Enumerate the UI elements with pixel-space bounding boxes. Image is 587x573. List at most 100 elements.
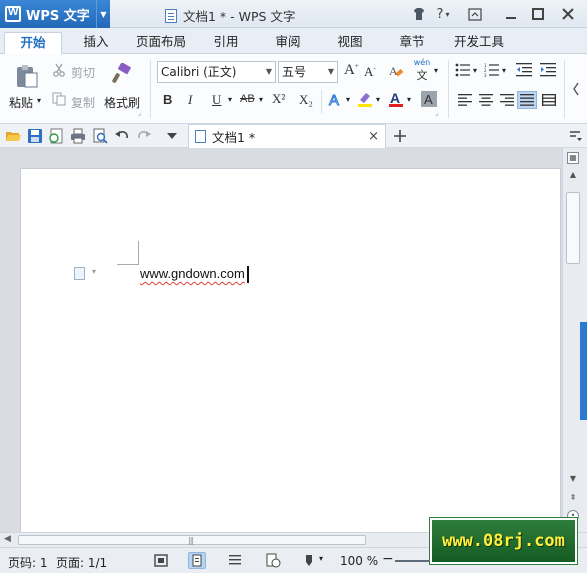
print-preview-icon[interactable] <box>92 128 108 144</box>
align-left-icon[interactable] <box>458 94 472 106</box>
underline-dropdown-icon[interactable]: ▾ <box>228 95 232 104</box>
bullet-list-dropdown-icon[interactable]: ▾ <box>473 66 477 75</box>
skin-icon[interactable] <box>410 0 428 28</box>
web-layout-icon[interactable] <box>264 552 282 569</box>
subscript-button[interactable]: X₂ <box>299 92 313 108</box>
bold-button[interactable]: B <box>163 92 172 107</box>
tab-page-layout[interactable]: 页面布局 <box>132 32 190 54</box>
minimize-icon[interactable] <box>500 0 522 28</box>
document-tab[interactable]: 文档1 * × <box>188 124 386 148</box>
increase-indent-icon[interactable] <box>540 63 556 77</box>
clipboard-launcher-icon[interactable]: ⌟ <box>138 109 141 117</box>
copy-icon[interactable] <box>52 92 66 106</box>
distributed-align-icon[interactable] <box>542 94 556 106</box>
scroll-up-icon[interactable]: ▲ <box>567 170 579 182</box>
paragraph-layout-dropdown-icon[interactable]: ▾ <box>92 267 96 276</box>
strikethrough-button[interactable]: AB <box>240 93 255 105</box>
tab-developer[interactable]: 开发工具 <box>448 32 510 54</box>
tab-references[interactable]: 引用 <box>204 32 248 54</box>
previous-page-icon[interactable]: ⇞ <box>567 493 579 505</box>
phonetic-guide-icon[interactable]: wén 文 <box>412 58 432 82</box>
outline-view-icon[interactable] <box>226 552 244 569</box>
ribbon-home: 粘贴 ▾ 剪切 复制 格式刷 ⌟ Calibri (正文) ▼ 五号 ▼ A+ … <box>0 54 587 124</box>
tab-options-icon[interactable] <box>568 128 584 144</box>
zoom-level[interactable]: 100 % <box>340 554 378 568</box>
tab-insert[interactable]: 插入 <box>74 32 118 54</box>
redo-icon[interactable] <box>136 128 152 144</box>
paste-dropdown-icon[interactable]: ▾ <box>37 96 41 105</box>
paste-icon[interactable] <box>12 62 42 90</box>
document-page[interactable]: ▾ www.gndown.com <box>20 168 561 532</box>
tab-view[interactable]: 视图 <box>328 32 372 54</box>
superscript-button[interactable]: X² <box>272 91 285 107</box>
close-tab-icon[interactable]: × <box>368 129 379 144</box>
tab-home[interactable]: 开始 <box>4 32 62 54</box>
strikethrough-dropdown-icon[interactable]: ▾ <box>259 95 263 104</box>
app-menu-button[interactable]: WPS 文字 ▼ <box>0 0 110 28</box>
vertical-scroll-thumb[interactable] <box>566 192 580 264</box>
shrink-font-button[interactable]: A- <box>364 64 376 80</box>
reading-mode-icon[interactable] <box>300 552 318 569</box>
export-pdf-icon[interactable] <box>48 128 64 144</box>
scroll-down-icon[interactable]: ▼ <box>567 474 579 486</box>
customize-toolbar-dropdown-icon[interactable] <box>166 130 182 146</box>
decrease-indent-icon[interactable] <box>516 63 532 77</box>
text-effect-dropdown-icon[interactable]: ▾ <box>346 95 350 104</box>
page-view-icon[interactable] <box>188 552 206 569</box>
clear-format-icon[interactable]: A <box>387 63 405 79</box>
side-panel-tab[interactable] <box>580 322 587 420</box>
numbered-list-dropdown-icon[interactable]: ▾ <box>502 66 506 75</box>
font-size-select[interactable]: 五号 ▼ <box>278 61 338 83</box>
phonetic-dropdown-icon[interactable]: ▾ <box>434 66 438 75</box>
undo-icon[interactable] <box>114 128 130 144</box>
underline-button[interactable]: U <box>212 92 221 108</box>
tab-review[interactable]: 审阅 <box>266 32 310 54</box>
highlight-icon[interactable] <box>356 90 374 108</box>
help-icon[interactable]: ? ▾ <box>432 0 454 28</box>
align-right-icon[interactable] <box>500 94 514 106</box>
full-screen-icon[interactable] <box>152 552 170 569</box>
page-number[interactable]: 页码: 1 <box>8 554 48 571</box>
character-shading-icon[interactable]: A <box>420 90 438 108</box>
format-painter-icon[interactable] <box>110 62 134 86</box>
align-center-icon[interactable] <box>479 94 493 106</box>
numbered-list-icon[interactable]: 123 <box>484 63 500 77</box>
font-name-select[interactable]: Calibri (正文) ▼ <box>157 61 276 83</box>
document-workspace[interactable]: ▾ www.gndown.com <box>0 148 562 532</box>
open-folder-icon[interactable] <box>5 128 21 144</box>
justify-icon[interactable] <box>517 91 537 109</box>
bullet-list-icon[interactable] <box>455 63 471 77</box>
grow-font-button[interactable]: A+ <box>344 62 359 79</box>
ruler-toggle-icon[interactable]: ▦ <box>567 152 579 164</box>
save-icon[interactable] <box>27 128 43 144</box>
reading-mode-dropdown-icon[interactable]: ▾ <box>319 554 323 563</box>
document-icon <box>165 8 177 23</box>
ribbon-tabs: 开始 插入 页面布局 引用 审阅 视图 章节 开发工具 <box>0 28 587 54</box>
document-text[interactable]: www.gndown.com <box>140 266 245 281</box>
app-menu-dropdown-icon[interactable]: ▼ <box>96 0 110 28</box>
font-launcher-icon[interactable]: ⌟ <box>435 109 438 117</box>
cut-button[interactable]: 剪切 <box>71 64 95 81</box>
close-window-icon[interactable] <box>556 0 580 28</box>
zoom-out-icon[interactable]: − <box>382 551 394 567</box>
font-color-dropdown-icon[interactable]: ▾ <box>407 95 411 104</box>
print-icon[interactable] <box>70 128 86 144</box>
format-painter-button[interactable]: 格式刷 <box>104 94 140 111</box>
italic-button[interactable]: I <box>188 92 192 108</box>
ribbon-scroll-icon[interactable] <box>567 74 585 104</box>
new-tab-icon[interactable] <box>392 128 408 144</box>
zoom-slider[interactable] <box>395 560 435 562</box>
window-title-text: 文档1 * - WPS 文字 <box>183 9 296 24</box>
font-color-icon[interactable]: A <box>387 90 405 108</box>
text-effect-icon[interactable]: A <box>327 90 345 108</box>
cut-icon[interactable] <box>52 63 66 77</box>
copy-button[interactable]: 复制 <box>71 94 95 111</box>
tab-chapter[interactable]: 章节 <box>390 32 434 54</box>
restore-pin-icon[interactable] <box>464 0 486 28</box>
maximize-icon[interactable] <box>527 0 549 28</box>
page-count[interactable]: 页面: 1/1 <box>56 554 107 571</box>
scroll-left-icon[interactable]: ◀ <box>4 534 11 544</box>
paste-button[interactable]: 粘贴 <box>9 94 33 111</box>
highlight-dropdown-icon[interactable]: ▾ <box>376 95 380 104</box>
paragraph-layout-icon[interactable] <box>74 267 85 280</box>
